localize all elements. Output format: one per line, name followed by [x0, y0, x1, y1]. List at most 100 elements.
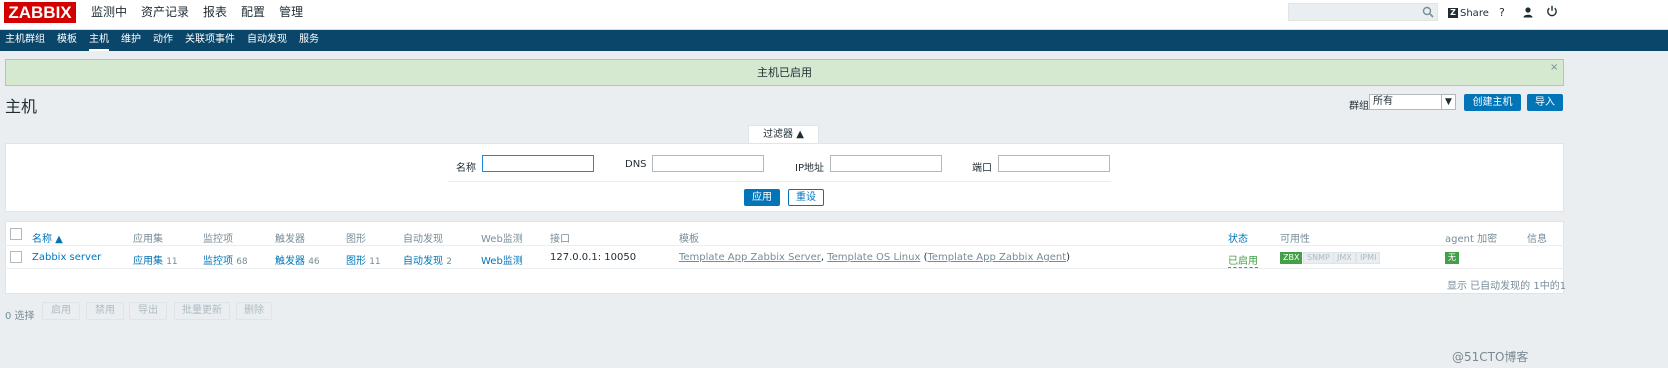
header-divider — [5, 245, 1564, 246]
interface-value: 127.0.0.1: 10050 — [550, 252, 637, 263]
mass-disable-button[interactable]: 禁用 — [86, 302, 124, 320]
header-status-sort[interactable]: 状态 — [1228, 230, 1248, 245]
discovery-count: 2 — [446, 257, 452, 267]
submenu-host-groups[interactable]: 主机群组 — [5, 30, 45, 51]
filter-port-label: 端口 — [972, 163, 992, 174]
selected-count: 0 选择 — [5, 311, 35, 322]
main-menu: 监测中 资产记录 报表 配置 管理 — [91, 0, 317, 36]
items-cell: 监控项 68 — [203, 252, 248, 267]
group-label: 群组 — [1349, 101, 1369, 112]
zabbix-logo[interactable]: ZABBIX — [4, 2, 76, 23]
header-graphs: 图形 — [346, 234, 366, 245]
graphs-link[interactable]: 图形 — [346, 256, 366, 267]
filter-apply-button[interactable]: 应用 — [744, 189, 780, 206]
watermark: @51CTO博客 — [1452, 350, 1529, 364]
status-enabled-toggle[interactable]: 已启用 — [1228, 252, 1258, 268]
header-web: Web监测 — [481, 234, 523, 245]
submenu-actions[interactable]: 动作 — [153, 30, 173, 51]
applications-count: 11 — [166, 257, 178, 267]
share-button[interactable]: Z Share — [1448, 5, 1489, 21]
applications-cell: 应用集 11 — [133, 252, 178, 267]
filter-panel — [5, 143, 1564, 212]
filter-name-input[interactable] — [482, 155, 594, 172]
help-icon[interactable]: ? — [1499, 6, 1505, 19]
discovery-cell: 自动发现 2 — [403, 252, 452, 267]
header-triggers: 触发器 — [275, 234, 305, 245]
table-paging-info: 显示 已自动发现的 1中的1 — [1447, 281, 1567, 292]
filter-port-input[interactable] — [998, 155, 1110, 172]
availability-zbx-badge: ZBX — [1280, 252, 1303, 264]
menu-reports[interactable]: 报表 — [203, 0, 227, 30]
filter-ip-input[interactable] — [830, 155, 942, 172]
encryption-none-badge: 无 — [1445, 252, 1459, 264]
sub-menu: 主机群组 模板 主机 维护 动作 关联项事件 自动发现 服务 — [5, 30, 331, 51]
triggers-link[interactable]: 触发器 — [275, 256, 305, 267]
filter-reset-button[interactable]: 重设 — [788, 189, 824, 206]
page-title: 主机 — [5, 97, 38, 116]
discovery-link[interactable]: 自动发现 — [403, 256, 443, 267]
mass-update-button[interactable]: 批量更新 — [174, 302, 230, 320]
submenu-services[interactable]: 服务 — [299, 30, 319, 51]
filter-name-label: 名称 — [456, 163, 476, 174]
menu-configuration[interactable]: 配置 — [241, 0, 265, 36]
menu-monitoring[interactable]: 监测中 — [91, 0, 127, 30]
share-label: Share — [1460, 7, 1489, 19]
row-checkbox[interactable] — [10, 251, 22, 263]
template-paren-close: ) — [1066, 252, 1071, 263]
user-profile-icon[interactable] — [1522, 6, 1534, 18]
applications-link[interactable]: 应用集 — [133, 256, 163, 267]
graphs-cell: 图形 11 — [346, 252, 381, 267]
chevron-down-icon: ▼ — [1441, 95, 1455, 109]
template-link[interactable]: Template OS Linux — [827, 252, 920, 263]
header-info: 信息 — [1527, 234, 1547, 245]
graphs-count: 11 — [369, 257, 381, 267]
menu-administration[interactable]: 管理 — [279, 0, 303, 30]
row-divider — [5, 268, 1564, 269]
import-button[interactable]: 导入 — [1527, 94, 1563, 111]
group-select-value: 所有 — [1373, 96, 1393, 107]
header-availability: 可用性 — [1280, 234, 1310, 245]
host-name-link[interactable]: Zabbix server — [32, 252, 101, 263]
header-name-sort[interactable]: 名称 ▲ — [32, 230, 63, 245]
items-link[interactable]: 监控项 — [203, 256, 233, 267]
availability-ipmi-badge: IPMI — [1356, 252, 1381, 264]
header-interface: 接口 — [550, 234, 570, 245]
menu-inventory[interactable]: 资产记录 — [141, 0, 189, 30]
availability-jmx-badge: JMX — [1333, 252, 1356, 264]
availability-snmp-badge: SNMP — [1303, 252, 1334, 264]
sub-menu-bar: 主机群组 模板 主机 维护 动作 关联项事件 自动发现 服务 — [0, 30, 1668, 51]
submenu-templates[interactable]: 模板 — [57, 30, 77, 51]
submenu-maintenance[interactable]: 维护 — [121, 30, 141, 51]
select-all-checkbox[interactable] — [10, 228, 22, 240]
mass-delete-button[interactable]: 删除 — [236, 302, 272, 320]
template-link[interactable]: Template App Zabbix Server — [679, 252, 821, 263]
triggers-count: 46 — [308, 257, 320, 267]
search-icon[interactable] — [1422, 6, 1434, 18]
global-search-input[interactable] — [1288, 3, 1438, 21]
group-select[interactable]: 所有 ▼ — [1369, 94, 1456, 110]
items-count: 68 — [236, 257, 248, 267]
create-host-button[interactable]: 创建主机 — [1464, 94, 1521, 111]
filter-dns-input[interactable] — [652, 155, 764, 172]
filter-divider — [448, 181, 1111, 182]
header-applications: 应用集 — [133, 234, 163, 245]
template-link[interactable]: Template App Zabbix Agent — [927, 252, 1066, 263]
web-link[interactable]: Web监测 — [481, 252, 523, 267]
close-icon[interactable]: × — [1550, 62, 1558, 73]
filter-ip-label: IP地址 — [795, 163, 824, 174]
filter-dns-label: DNS — [625, 159, 647, 170]
header-items: 监控项 — [203, 234, 233, 245]
share-icon: Z — [1448, 8, 1458, 18]
triggers-cell: 触发器 46 — [275, 252, 320, 267]
header-discovery: 自动发现 — [403, 234, 443, 245]
submenu-discovery[interactable]: 自动发现 — [247, 30, 287, 51]
export-button[interactable]: 导出 — [129, 302, 167, 320]
templates-cell: Template App Zabbix Server, Template OS … — [679, 252, 1070, 263]
filter-tab[interactable]: 过滤器 ▲ — [748, 125, 819, 144]
header-agent-encryption: agent 加密 — [1445, 234, 1498, 245]
submenu-hosts[interactable]: 主机 — [89, 30, 109, 51]
sign-out-icon[interactable] — [1546, 5, 1558, 17]
submenu-event-correlation[interactable]: 关联项事件 — [185, 30, 235, 51]
mass-enable-button[interactable]: 启用 — [42, 302, 80, 320]
success-message: 主机已启用 — [5, 59, 1564, 86]
